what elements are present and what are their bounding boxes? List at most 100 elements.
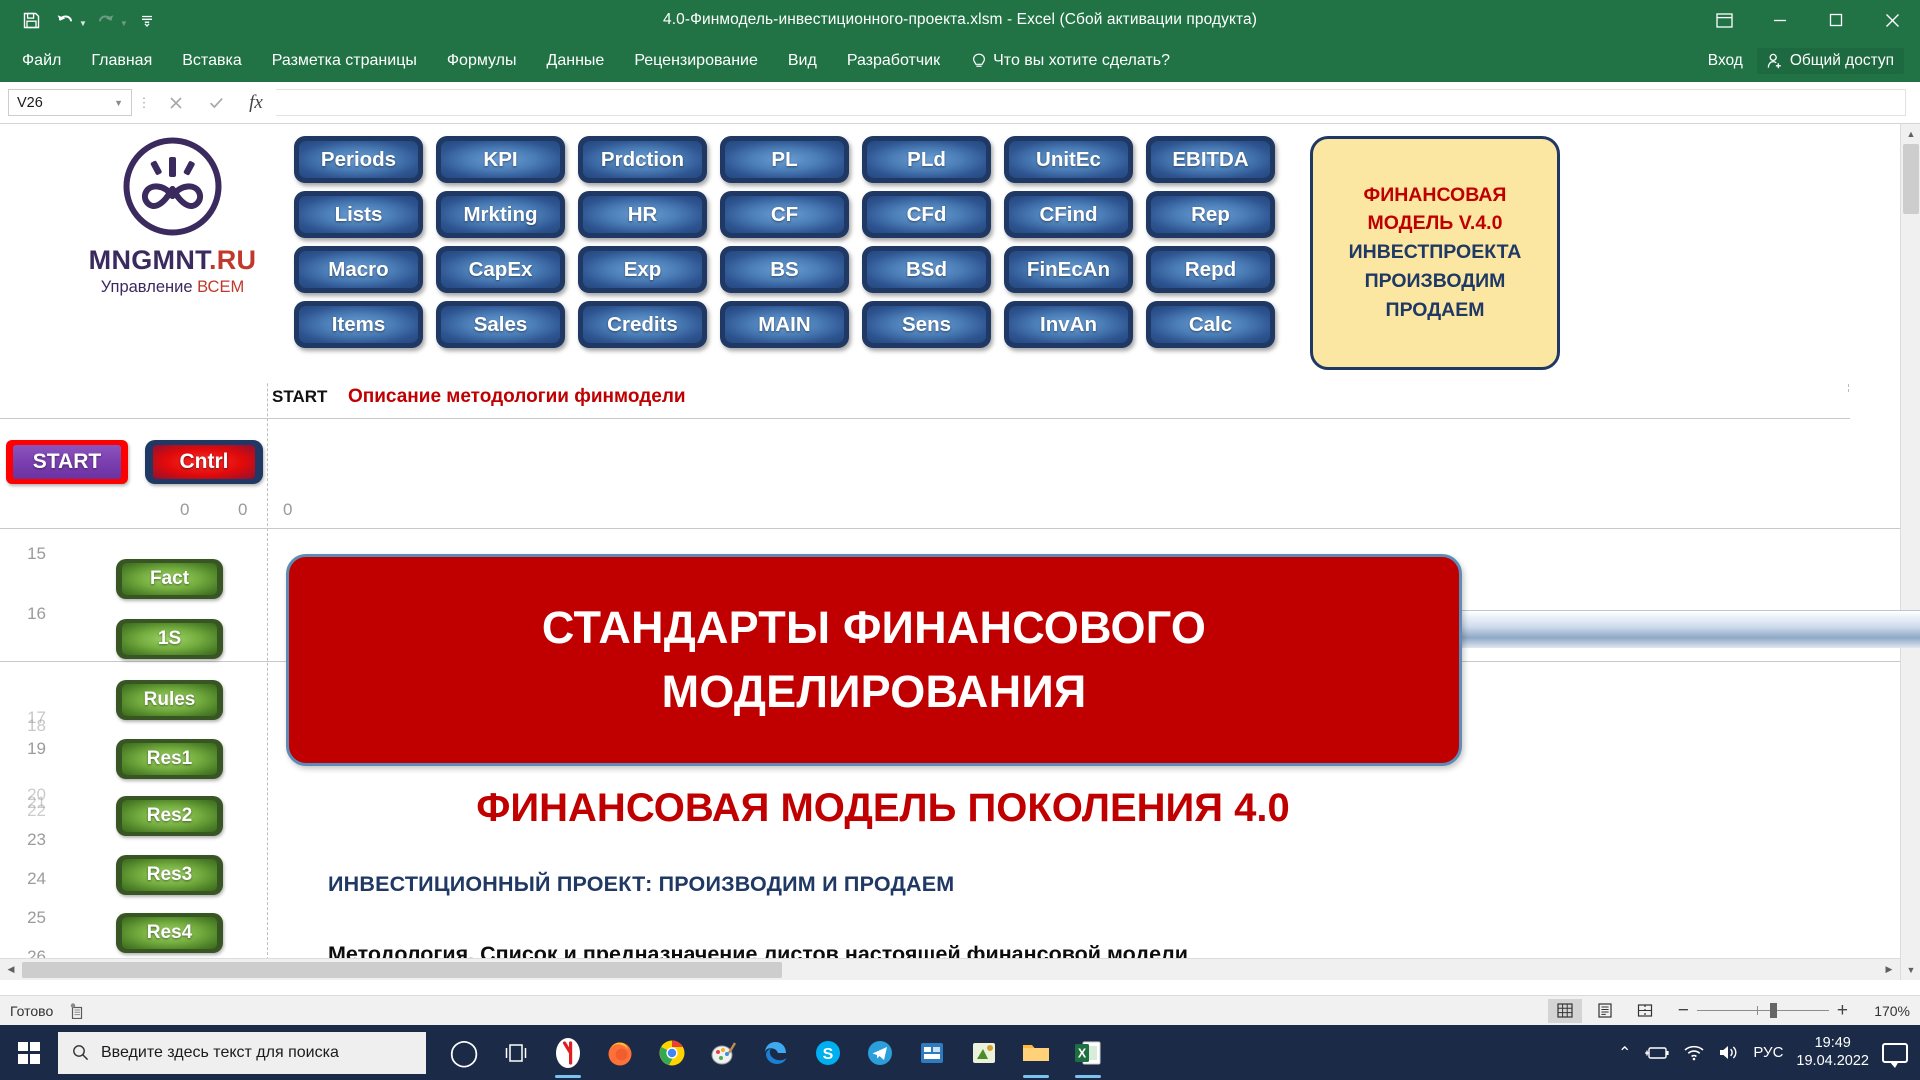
task-view-icon[interactable] bbox=[492, 1025, 540, 1080]
side-button-res1[interactable]: Res1 bbox=[116, 739, 223, 779]
nav-button-exp[interactable]: Exp bbox=[578, 246, 707, 293]
nav-button-periods[interactable]: Periods bbox=[294, 136, 423, 183]
row-number[interactable]: 18 bbox=[27, 716, 46, 736]
share-button[interactable]: Общий доступ bbox=[1756, 48, 1904, 74]
nav-button-cfd[interactable]: CFd bbox=[862, 191, 991, 238]
ribbon-tab-data[interactable]: Данные bbox=[535, 48, 617, 74]
scroll-up-icon[interactable]: ▲ bbox=[1901, 124, 1920, 144]
scroll-down-icon[interactable]: ▼ bbox=[1901, 960, 1920, 980]
vscroll-thumb[interactable] bbox=[1903, 144, 1919, 214]
nav-button-capex[interactable]: CapEx bbox=[436, 246, 565, 293]
undo-icon[interactable] bbox=[50, 6, 80, 34]
cancel-icon[interactable] bbox=[156, 89, 196, 116]
ribbon-display-options-icon[interactable] bbox=[1696, 0, 1752, 40]
nav-button-items[interactable]: Items bbox=[294, 301, 423, 348]
side-button-1s[interactable]: 1S bbox=[116, 619, 223, 659]
enter-icon[interactable] bbox=[196, 89, 236, 116]
zoom-percentage[interactable]: 170% bbox=[1856, 1003, 1910, 1019]
zoom-control[interactable]: − + 170% bbox=[1678, 1000, 1910, 1022]
another-app-icon[interactable] bbox=[960, 1025, 1008, 1080]
zoom-slider-thumb[interactable] bbox=[1769, 1003, 1777, 1018]
redo-icon[interactable] bbox=[91, 6, 121, 34]
hscroll-track[interactable] bbox=[22, 960, 1878, 980]
nav-button-sales[interactable]: Sales bbox=[436, 301, 565, 348]
nav-button-cf[interactable]: CF bbox=[720, 191, 849, 238]
side-button-rules[interactable]: Rules bbox=[116, 680, 223, 720]
customize-qat-icon[interactable] bbox=[132, 6, 162, 34]
yandex-browser-icon[interactable] bbox=[544, 1025, 592, 1080]
page-layout-view-icon[interactable] bbox=[1588, 999, 1622, 1023]
row-number[interactable]: 25 bbox=[27, 908, 46, 928]
nav-button-hr[interactable]: HR bbox=[578, 191, 707, 238]
excel-icon[interactable]: X bbox=[1064, 1025, 1112, 1080]
macro-record-icon[interactable] bbox=[69, 1002, 84, 1019]
ribbon-tab-home[interactable]: Главная bbox=[79, 48, 164, 74]
formula-input[interactable] bbox=[276, 89, 1906, 116]
nav-button-credits[interactable]: Credits bbox=[578, 301, 707, 348]
ribbon-tab-formulas[interactable]: Формулы bbox=[435, 48, 529, 74]
chrome-icon[interactable] bbox=[648, 1025, 696, 1080]
row-number[interactable]: 22 bbox=[27, 801, 46, 821]
row-number[interactable]: 16 bbox=[27, 604, 46, 624]
row-number[interactable]: 24 bbox=[27, 869, 46, 889]
scroll-right-icon[interactable]: ▶ bbox=[1878, 960, 1900, 980]
language-indicator[interactable]: РУС bbox=[1753, 1044, 1783, 1061]
scroll-left-icon[interactable]: ◀ bbox=[0, 960, 22, 980]
tell-me-box[interactable]: Что вы хотите сделать? bbox=[972, 52, 1170, 70]
side-button-res3[interactable]: Res3 bbox=[116, 855, 223, 895]
close-icon[interactable] bbox=[1864, 0, 1920, 40]
app-icon[interactable] bbox=[908, 1025, 956, 1080]
volume-icon[interactable] bbox=[1718, 1044, 1740, 1061]
zoom-slider[interactable] bbox=[1696, 1003, 1829, 1018]
nav-button-lists[interactable]: Lists bbox=[294, 191, 423, 238]
nav-button-invan[interactable]: InvAn bbox=[1004, 301, 1133, 348]
nav-button-ebitda[interactable]: EBITDA bbox=[1146, 136, 1275, 183]
chevron-down-icon[interactable]: ▼ bbox=[114, 98, 123, 108]
battery-icon[interactable] bbox=[1644, 1045, 1670, 1061]
nav-button-prdction[interactable]: Prdction bbox=[578, 136, 707, 183]
taskbar-search-box[interactable]: Введите здесь текст для поиска bbox=[58, 1031, 426, 1074]
horizontal-scrollbar[interactable]: ◀ ▶ bbox=[0, 958, 1900, 980]
nav-button-cfind[interactable]: CFind bbox=[1004, 191, 1133, 238]
row-number[interactable]: 23 bbox=[27, 830, 46, 850]
ribbon-tab-page-layout[interactable]: Разметка страницы bbox=[260, 48, 429, 74]
taskbar-clock[interactable]: 19:49 19.04.2022 bbox=[1796, 1035, 1869, 1070]
side-button-fact[interactable]: Fact bbox=[116, 559, 223, 599]
telegram-icon[interactable] bbox=[856, 1025, 904, 1080]
nav-button-mrkting[interactable]: Mrkting bbox=[436, 191, 565, 238]
notification-icon[interactable] bbox=[1882, 1042, 1908, 1068]
hscroll-thumb[interactable] bbox=[22, 961, 782, 978]
nav-button-calc[interactable]: Calc bbox=[1146, 301, 1275, 348]
firefox-icon[interactable] bbox=[596, 1025, 644, 1080]
ribbon-tab-review[interactable]: Рецензирование bbox=[622, 48, 770, 74]
nav-button-kpi[interactable]: KPI bbox=[436, 136, 565, 183]
nav-button-macro[interactable]: Macro bbox=[294, 246, 423, 293]
row-number[interactable]: 19 bbox=[27, 739, 46, 759]
side-button-cntrl[interactable]: Cntrl bbox=[145, 440, 263, 484]
nav-button-sens[interactable]: Sens bbox=[862, 301, 991, 348]
side-button-res2[interactable]: Res2 bbox=[116, 796, 223, 836]
show-hidden-icons-chevron-icon[interactable]: ⌃ bbox=[1618, 1043, 1631, 1063]
skype-icon[interactable]: S bbox=[804, 1025, 852, 1080]
ribbon-tab-file[interactable]: Файл bbox=[10, 48, 73, 74]
insert-function-icon[interactable]: fx bbox=[236, 89, 276, 116]
redo-dropdown-icon[interactable]: ▼ bbox=[120, 19, 128, 28]
start-button[interactable] bbox=[0, 1025, 58, 1080]
nav-button-finecan[interactable]: FinEcAn bbox=[1004, 246, 1133, 293]
nav-button-pl[interactable]: PL bbox=[720, 136, 849, 183]
nav-button-unitec[interactable]: UnitEc bbox=[1004, 136, 1133, 183]
maximize-icon[interactable] bbox=[1808, 0, 1864, 40]
zoom-in-button[interactable]: + bbox=[1837, 1000, 1848, 1022]
nav-button-pld[interactable]: PLd bbox=[862, 136, 991, 183]
undo-dropdown-icon[interactable]: ▼ bbox=[79, 19, 87, 28]
paint-icon[interactable] bbox=[700, 1025, 748, 1080]
ribbon-tab-insert[interactable]: Вставка bbox=[170, 48, 253, 74]
cortana-icon[interactable]: ◯ bbox=[440, 1025, 488, 1080]
wifi-icon[interactable] bbox=[1683, 1044, 1705, 1061]
sign-in-button[interactable]: Вход bbox=[1708, 52, 1743, 70]
edge-icon[interactable] bbox=[752, 1025, 800, 1080]
save-icon[interactable] bbox=[16, 6, 46, 34]
ribbon-tab-view[interactable]: Вид bbox=[776, 48, 829, 74]
nav-button-repd[interactable]: Repd bbox=[1146, 246, 1275, 293]
nav-button-bs[interactable]: BS bbox=[720, 246, 849, 293]
